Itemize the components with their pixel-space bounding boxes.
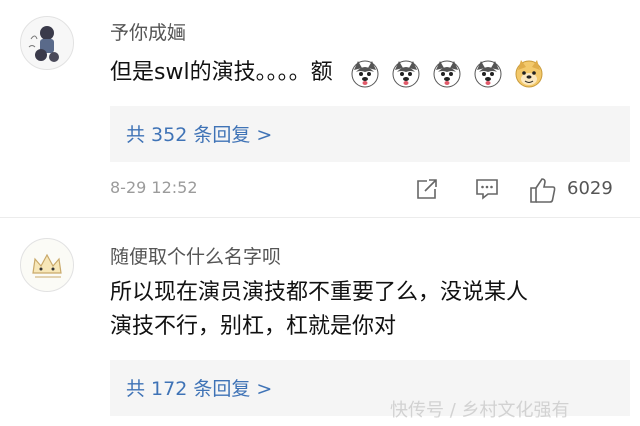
husky-emoji-icon: [392, 60, 420, 88]
doge-emoji-icon: [515, 60, 543, 88]
comment-2: 随便取个什么名字呗 所以现在演员演技都不重要了么，没说某人 演技不行，别杠，杠就…: [0, 218, 640, 426]
thumbs-up-icon: [530, 178, 556, 203]
watermark: 快传号 / 乡村文化强有: [390, 400, 570, 421]
share-button[interactable]: [414, 176, 440, 206]
crown-avatar-icon: [21, 239, 73, 291]
comment-text: 所以现在演员演技都不重要了么，没说某人 演技不行，别杠，杠就是你对: [110, 276, 630, 344]
comment-icon: [476, 179, 498, 200]
husky-emoji-icon: [351, 60, 379, 88]
timestamp: 8-29 12:52: [110, 178, 198, 197]
reply-count-link[interactable]: 共 172 条回复 >: [126, 374, 272, 401]
comment-1: 予你成婳 但是swl的演技。。。。额 共 352 条回复 > 8-29 12:5…: [0, 0, 640, 218]
emoji-row: [350, 56, 548, 90]
comment-button[interactable]: [474, 176, 500, 206]
share-icon: [417, 179, 437, 199]
reply-summary[interactable]: 共 352 条回复 >: [110, 106, 630, 162]
comment-actions: 8-29 12:52 6029: [110, 176, 630, 206]
like-count: 6029: [567, 178, 613, 199]
like-button[interactable]: [528, 176, 558, 208]
comment-text-line: 演技不行，别杠，杠就是你对: [110, 314, 397, 339]
comment-text-content: 但是swl的演技。。。。额: [110, 60, 333, 85]
reply-count-link[interactable]: 共 352 条回复 >: [126, 120, 272, 147]
husky-emoji-icon: [474, 60, 502, 88]
avatar[interactable]: [20, 238, 74, 292]
username[interactable]: 随便取个什么名字呗: [110, 242, 281, 269]
username[interactable]: 予你成婳: [110, 18, 186, 45]
husky-emoji-icon: [433, 60, 461, 88]
avatar[interactable]: [20, 16, 74, 70]
comment-text-line: 所以现在演员演技都不重要了么，没说某人: [110, 280, 529, 305]
comment-text: 但是swl的演技。。。。额: [110, 56, 630, 90]
avatar-illustration-icon: [21, 17, 73, 69]
